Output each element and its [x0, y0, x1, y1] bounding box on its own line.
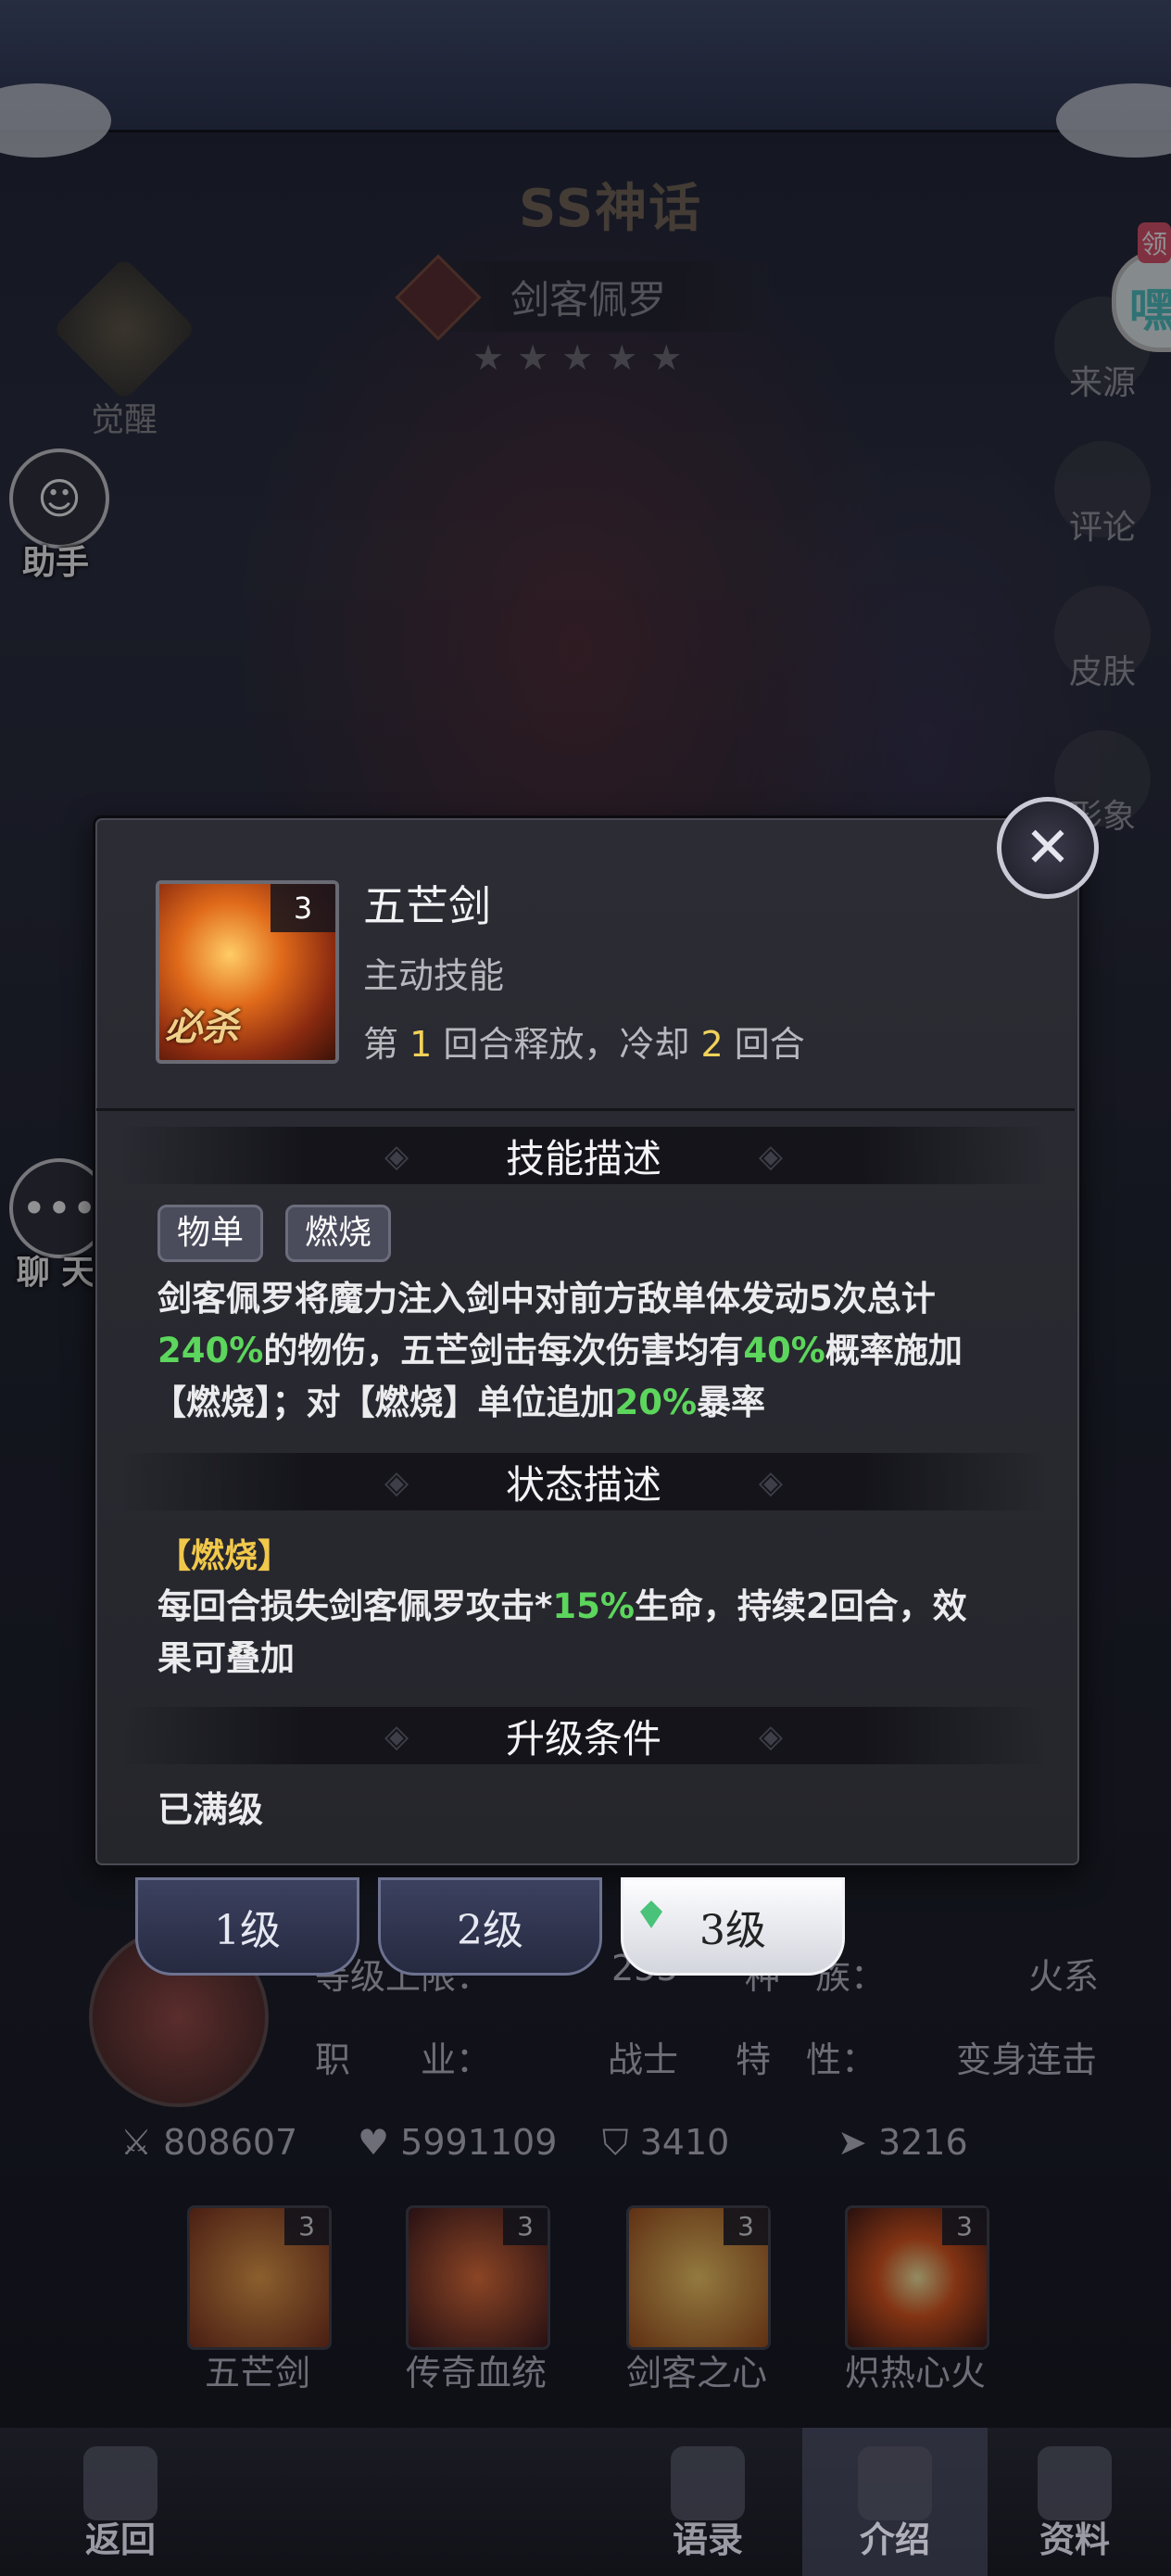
speed-stat: ➤ 3216	[837, 2122, 968, 2163]
hp-value: 5991109	[400, 2122, 558, 2163]
skill-slot[interactable]: 3	[626, 2205, 771, 2350]
chat-label: 聊 天	[16, 1254, 95, 1292]
back-arrow-icon	[83, 2446, 157, 2520]
skill-slot-level: 3	[284, 2208, 329, 2245]
level-tab-label: 3级	[699, 1907, 766, 1954]
element-gem-icon	[395, 254, 482, 341]
event-bubble-text: 嘿	[1129, 284, 1171, 337]
skin-label: 皮肤	[1068, 653, 1136, 691]
race-value: 火系	[1028, 1956, 1100, 1997]
attack-stat: ⚔ 808607	[120, 2122, 297, 2163]
event-bubble-tag: 领	[1138, 222, 1171, 263]
attack-value: 808607	[163, 2122, 298, 2163]
source-label: 来源	[1068, 364, 1136, 402]
assistant-avatar-icon: ☺	[9, 448, 109, 549]
speed-value: 3216	[877, 2122, 968, 2163]
skill-slot-level: 3	[724, 2208, 768, 2245]
hp-stat: ♥ 5991109	[358, 2122, 557, 2163]
comment-label: 评论	[1068, 509, 1136, 547]
skill-icon-level: 3	[271, 884, 335, 932]
sword-icon: ⚔	[120, 2122, 153, 2163]
trait-value: 变身连击	[956, 2039, 1098, 2080]
skill-type: 主动技能	[363, 955, 505, 996]
close-icon: ✕	[1024, 815, 1072, 880]
comment-button[interactable]: 评论	[1047, 441, 1158, 549]
section-title: 技能描述	[505, 1135, 661, 1181]
chat-button[interactable]: ••• 聊 天	[9, 1158, 109, 1294]
upgrade-status: 已满级	[157, 1789, 264, 1830]
awaken-label: 觉醒	[90, 401, 157, 439]
section-header-state: ◈ 状态描述 ◈	[120, 1453, 1047, 1510]
section-header-upgrade: ◈ 升级条件 ◈	[120, 1707, 1047, 1764]
nav-intro-button[interactable]: 介绍	[812, 2446, 978, 2562]
skill-description: 剑客佩罗将魔力注入剑中对前方敌单体发动5次总计 240%的物伤，五芒剑击每次伤害…	[152, 1279, 963, 1422]
burn-status-title: 【燃烧】	[157, 1537, 292, 1575]
hero-stars: ★★★★★	[472, 337, 696, 378]
green-gem-icon	[640, 1900, 662, 1928]
hero-name: 剑客佩罗	[510, 276, 666, 322]
assistant-button[interactable]: ☺ 助手	[9, 448, 109, 584]
level-tab-1[interactable]: 1级	[135, 1877, 359, 1976]
skill-tag-chip: 燃烧	[285, 1205, 392, 1262]
job-label: 职 业：	[315, 2039, 492, 2080]
nav-quotes-button[interactable]: 语录	[624, 2446, 791, 2562]
level-tab-2[interactable]: 2级	[378, 1877, 602, 1976]
skill-slot-label: 五芒剑	[204, 2353, 310, 2393]
intro-emblem-icon	[858, 2446, 932, 2520]
job-value: 战士	[608, 2039, 679, 2080]
skill-tag-chip: 物单	[157, 1205, 264, 1262]
skill-cooldown: 第 1 回合释放，冷却 2 回合	[363, 1024, 805, 1065]
level-tab-label: 2级	[457, 1907, 523, 1954]
close-button[interactable]: ✕	[997, 797, 1099, 899]
skill-icon: 3 必杀	[156, 880, 339, 1064]
defense-stat: ⛉ 3410	[602, 2122, 729, 2164]
card-icon	[1038, 2446, 1112, 2520]
skill-name: 五芒剑	[363, 881, 491, 931]
skill-icon-tag: 必杀	[165, 1006, 239, 1049]
defense-value: 3410	[639, 2122, 730, 2163]
hero-name-bar: 剑客佩罗	[395, 254, 769, 341]
awaken-button[interactable]: 觉醒	[52, 257, 196, 441]
assistant-label: 助手	[21, 544, 89, 582]
state-description: 每回合损失剑客佩罗攻击*15%生命，持续2回合，效 果可叠加	[157, 1586, 967, 1678]
rarity-label: SS神话	[519, 179, 703, 239]
heart-icon: ♥	[358, 2122, 390, 2163]
skin-button[interactable]: 皮肤	[1047, 586, 1158, 693]
skill-slot[interactable]: 3	[187, 2205, 332, 2350]
boot-icon: ➤	[837, 2122, 867, 2163]
skill-slot-label: 传奇血统	[405, 2353, 547, 2393]
skill-slot-label: 炽热心火	[844, 2353, 986, 2393]
awaken-icon	[52, 257, 196, 401]
skill-slot-level: 3	[503, 2208, 548, 2245]
nav-data-button[interactable]: 资料	[991, 2446, 1158, 2562]
top-band	[0, 0, 1171, 133]
section-header-description: ◈ 技能描述 ◈	[120, 1127, 1047, 1184]
shield-icon: ⛉	[602, 2122, 629, 2163]
divider	[96, 1108, 1075, 1111]
trait-label: 特 性：	[736, 2039, 877, 2080]
section-title: 状态描述	[505, 1461, 661, 1508]
skill-slot-level: 3	[942, 2208, 987, 2245]
skill-slot-label: 剑客之心	[625, 2353, 767, 2393]
microphone-icon	[671, 2446, 745, 2520]
skill-slot[interactable]: 3	[845, 2205, 989, 2350]
skill-slot[interactable]: 3	[406, 2205, 550, 2350]
nav-back-button[interactable]: 返回	[37, 2446, 204, 2562]
section-title: 升级条件	[505, 1715, 661, 1762]
level-tab-3[interactable]: 3级	[621, 1877, 845, 1976]
level-tab-label: 1级	[214, 1907, 281, 1954]
